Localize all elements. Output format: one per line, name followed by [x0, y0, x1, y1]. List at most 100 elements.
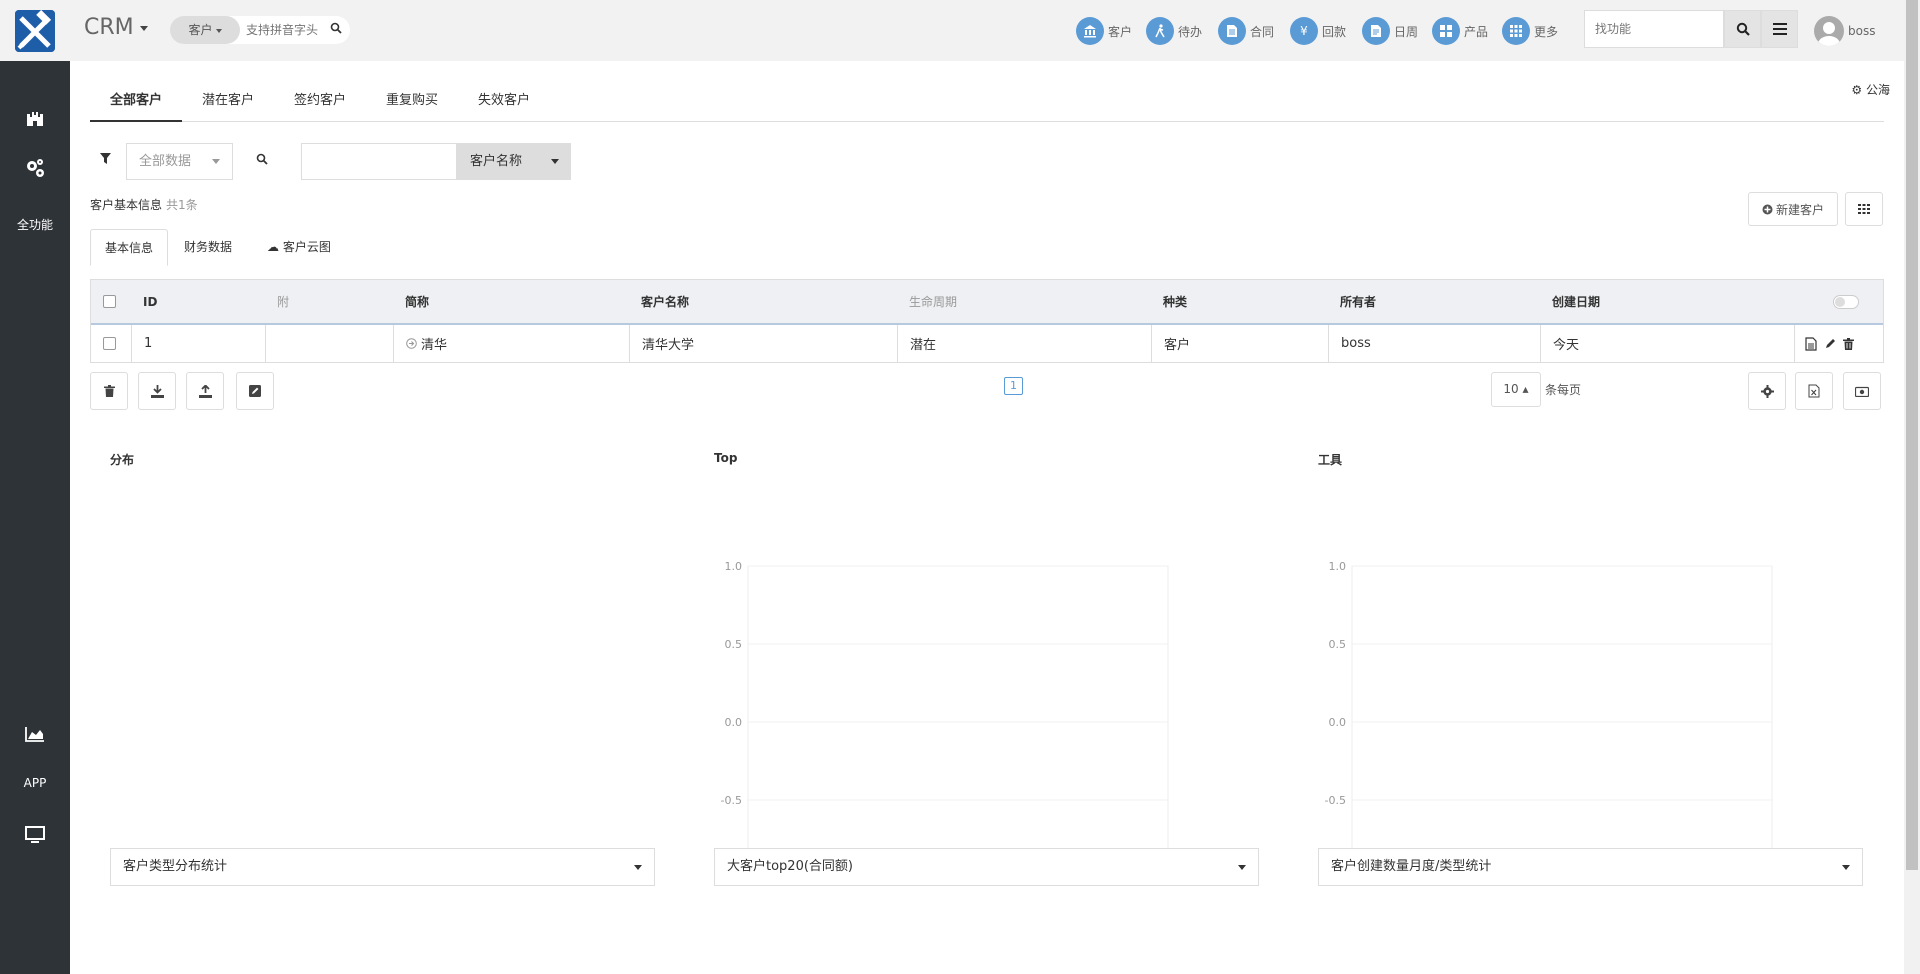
sidebar-item-statistics[interactable] [0, 726, 70, 745]
distribution-stat-select[interactable]: 客户类型分布统计 [110, 848, 655, 886]
yen-icon: ¥ [1290, 17, 1318, 45]
nav-payment[interactable]: ¥ 回款 [1290, 16, 1346, 46]
public-sea-link[interactable]: ⚙ 公海 [1851, 81, 1890, 98]
app-title-text: CRM [84, 15, 134, 40]
tab-invalid-customers[interactable]: 失效客户 [458, 81, 550, 122]
customer-table: ID 附 简称 客户名称 生命周期 种类 所有者 创建日期 1 清华 清华大学 … [90, 279, 1884, 363]
col-lifecycle[interactable]: 生命周期 [897, 280, 1151, 323]
cell-lifecycle: 潜在 [897, 325, 1151, 362]
y-tick-label: 0.0 [1329, 716, 1347, 729]
edit-icon[interactable] [1824, 338, 1836, 350]
row-checkbox[interactable] [91, 325, 131, 362]
nav-contract[interactable]: 合同 [1218, 16, 1274, 46]
nav-todo[interactable]: 待办 [1146, 16, 1202, 46]
record-count: 共1条 [166, 198, 198, 212]
bank-icon [1076, 17, 1104, 45]
column-layout-button[interactable] [1845, 192, 1883, 226]
subtab-financial-data[interactable]: 财务数据 [170, 229, 246, 266]
col-created-date[interactable]: 创建日期 [1540, 280, 1794, 323]
search-icon[interactable] [330, 22, 342, 38]
y-tick-label: 0.5 [1329, 638, 1347, 651]
arrow-circle-right-icon[interactable] [406, 338, 417, 349]
page-size-select[interactable]: 10 ▴ [1491, 372, 1541, 407]
sidebar-item-desktop[interactable] [0, 826, 70, 847]
menu-button[interactable] [1761, 10, 1798, 48]
top-stat-select[interactable]: 大客户top20(合同额) [714, 848, 1259, 886]
search-field-select[interactable]: 客户名称 [456, 143, 571, 180]
panel-title-tools: 工具 [1318, 453, 1343, 467]
export-excel-button[interactable] [1795, 372, 1833, 410]
hamburger-icon [1772, 23, 1787, 35]
filter-icon[interactable] [100, 153, 111, 168]
pagination-page-1[interactable]: 1 [1004, 377, 1023, 395]
select-all-checkbox[interactable] [91, 280, 131, 323]
sidebar-item-all-functions[interactable]: 全功能 [0, 216, 70, 233]
gear-icon [1760, 384, 1774, 398]
cell-short-name[interactable]: 清华 [393, 325, 629, 362]
find-function-button[interactable] [1724, 10, 1761, 48]
more-icon [1502, 17, 1530, 45]
tab-signed-customers[interactable]: 签约客户 [274, 81, 366, 122]
table-row[interactable]: 1 清华 清华大学 潜在 客户 boss 今天 [91, 325, 1883, 362]
nav-more[interactable]: 更多 [1502, 16, 1558, 46]
y-tick-label: -0.5 [721, 794, 742, 807]
search-icon [1736, 22, 1750, 36]
gears-icon [27, 159, 44, 177]
batch-delete-button[interactable] [90, 372, 128, 410]
chevron-down-icon [634, 865, 642, 870]
tab-potential-customers[interactable]: 潜在客户 [182, 81, 274, 122]
nav-product[interactable]: 产品 [1432, 16, 1488, 46]
nav-customer[interactable]: 客户 [1076, 16, 1132, 46]
report-icon [1362, 17, 1390, 45]
find-function-input[interactable] [1585, 11, 1723, 47]
cloud-icon: ☁ [267, 240, 279, 254]
batch-edit-button[interactable] [236, 372, 274, 410]
sidebar-item-app[interactable]: APP [0, 776, 70, 790]
table-header: ID 附 简称 客户名称 生命周期 种类 所有者 创建日期 [91, 280, 1883, 325]
nav-daily-weekly[interactable]: 日周 [1362, 16, 1418, 46]
tab-repeat-purchase[interactable]: 重复购买 [366, 81, 458, 122]
document-icon[interactable] [1805, 336, 1817, 351]
col-attachment[interactable]: 附 [265, 280, 393, 323]
app-logo[interactable] [15, 10, 55, 52]
app-title-dropdown[interactable]: CRM [84, 15, 148, 40]
col-customer-name[interactable]: 客户名称 [629, 280, 897, 323]
sidebar-item-settings[interactable] [0, 157, 70, 182]
subtab-customer-cloud[interactable]: ☁ 客户云图 [253, 229, 345, 266]
column-toggle[interactable] [1821, 280, 1881, 323]
tools-stat-select[interactable]: 客户创建数量月度/类型统计 [1318, 848, 1863, 886]
trash-icon[interactable] [1843, 337, 1854, 350]
upload-button[interactable] [186, 372, 224, 410]
data-scope-select[interactable]: 全部数据 [126, 143, 233, 180]
chevron-down-icon [139, 25, 148, 31]
new-customer-button[interactable]: 新建客户 [1748, 192, 1838, 226]
tab-all-customers[interactable]: 全部客户 [90, 81, 183, 122]
col-id[interactable]: ID [131, 280, 265, 323]
col-type[interactable]: 种类 [1151, 280, 1328, 323]
table-settings-button[interactable] [1748, 372, 1786, 410]
search-icon [256, 153, 268, 169]
col-short-name[interactable]: 简称 [393, 280, 629, 323]
upload-icon [198, 384, 212, 398]
panel-title-top: Top [714, 451, 738, 465]
top-header: CRM 客户 客户 待办 合同 ¥ 回款 日周 产品 更多 [0, 0, 1904, 61]
screenshot-button[interactable] [1843, 372, 1881, 410]
panel-title-distribution: 分布 [110, 453, 135, 467]
customer-search-input[interactable] [301, 143, 457, 180]
vertical-scrollbar[interactable] [1904, 0, 1920, 974]
scrollbar-thumb[interactable] [1906, 0, 1918, 870]
quick-search-input[interactable] [246, 16, 326, 44]
document-icon [1218, 17, 1246, 45]
sidebar-item-home[interactable] [0, 108, 70, 131]
download-button[interactable] [138, 372, 176, 410]
quick-search-type-dropdown[interactable]: 客户 [170, 16, 240, 44]
subtab-basic-info[interactable]: 基本信息 [90, 229, 169, 266]
edit-box-icon [249, 385, 261, 397]
user-menu[interactable]: boss [1814, 16, 1875, 46]
cell-owner: boss [1328, 325, 1540, 362]
cell-type: 客户 [1151, 325, 1328, 362]
col-owner[interactable]: 所有者 [1328, 280, 1540, 323]
y-tick-label: 0.0 [725, 716, 743, 729]
sidebar: 全功能 APP [0, 61, 70, 974]
main-content: 全部客户 潜在客户 签约客户 重复购买 失效客户 ⚙ 公海 全部数据 客户名称 … [70, 61, 1904, 974]
